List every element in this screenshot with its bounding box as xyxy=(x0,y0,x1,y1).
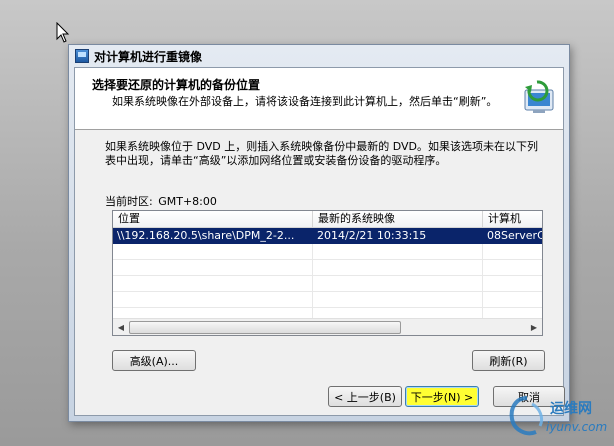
advanced-button[interactable]: 高级(A)... xyxy=(112,350,196,371)
dialog-body: 选择要还原的计算机的备份位置 如果系统映像在外部设备上，请将该设备连接到此计算机… xyxy=(74,67,565,416)
system-restore-icon xyxy=(524,80,554,113)
timezone-line: 当前时区: GMT+8:00 xyxy=(105,193,217,209)
reimage-dialog: 对计算机进行重镜像 选择要还原的计算机的备份位置 如果系统映像在外部设备上，请将… xyxy=(68,44,570,422)
watermark-subtext: iyunv.com xyxy=(546,420,608,434)
next-button[interactable]: 下一步(N) > xyxy=(405,386,479,407)
column-header-computer[interactable]: 计算机 xyxy=(483,211,542,227)
empty-row xyxy=(113,276,542,292)
scrollbar-thumb[interactable] xyxy=(129,321,401,334)
timezone-value: GMT+8:00 xyxy=(158,195,217,208)
info-text: 如果系统映像位于 DVD 上，则插入系统映像备份中最新的 DVD。如果该选项未在… xyxy=(105,140,539,167)
mouse-cursor-icon xyxy=(56,22,70,43)
scroll-right-icon[interactable]: ▶ xyxy=(526,319,542,335)
cell-location: \\192.168.20.5\share\DPM_2-2... xyxy=(117,229,295,242)
empty-row xyxy=(113,260,542,276)
computer-icon xyxy=(75,49,89,63)
timezone-label: 当前时区: xyxy=(105,195,153,208)
cell-latest-image: 2014/2/21 10:33:15 xyxy=(317,229,427,242)
empty-row xyxy=(113,292,542,308)
watermark-text: 运维网 xyxy=(550,401,592,417)
column-header-latest-image[interactable]: 最新的系统映像 xyxy=(313,211,483,227)
window-title: 对计算机进行重镜像 xyxy=(94,49,203,64)
column-header-location[interactable]: 位置 xyxy=(113,211,313,227)
site-watermark: 运维网 iyunv.com xyxy=(496,390,612,444)
title-bar: 对计算机进行重镜像 xyxy=(69,45,569,67)
watermark-logo-icon xyxy=(509,396,544,436)
list-header: 位置 最新的系统映像 计算机 xyxy=(113,211,542,228)
scroll-left-icon[interactable]: ◀ xyxy=(113,319,129,335)
horizontal-scrollbar[interactable]: ◀ ▶ xyxy=(113,318,542,335)
header-subtitle: 如果系统映像在外部设备上，请将该设备连接到此计算机上，然后单击“刷新”。 xyxy=(112,95,498,108)
empty-row xyxy=(113,244,542,260)
dialog-header: 选择要还原的计算机的备份位置 如果系统映像在外部设备上，请将该设备连接到此计算机… xyxy=(75,68,563,130)
refresh-button[interactable]: 刷新(R) xyxy=(472,350,545,371)
table-row[interactable]: \\192.168.20.5\share\DPM_2-2... 2014/2/2… xyxy=(113,228,542,244)
header-title: 选择要还原的计算机的备份位置 xyxy=(92,78,261,92)
cell-computer: 08ServerC xyxy=(487,229,543,242)
backup-location-list[interactable]: 位置 最新的系统映像 计算机 \\192.168.20.5\share\DPM_… xyxy=(112,210,543,336)
back-button[interactable]: < 上一步(B) xyxy=(328,386,402,407)
